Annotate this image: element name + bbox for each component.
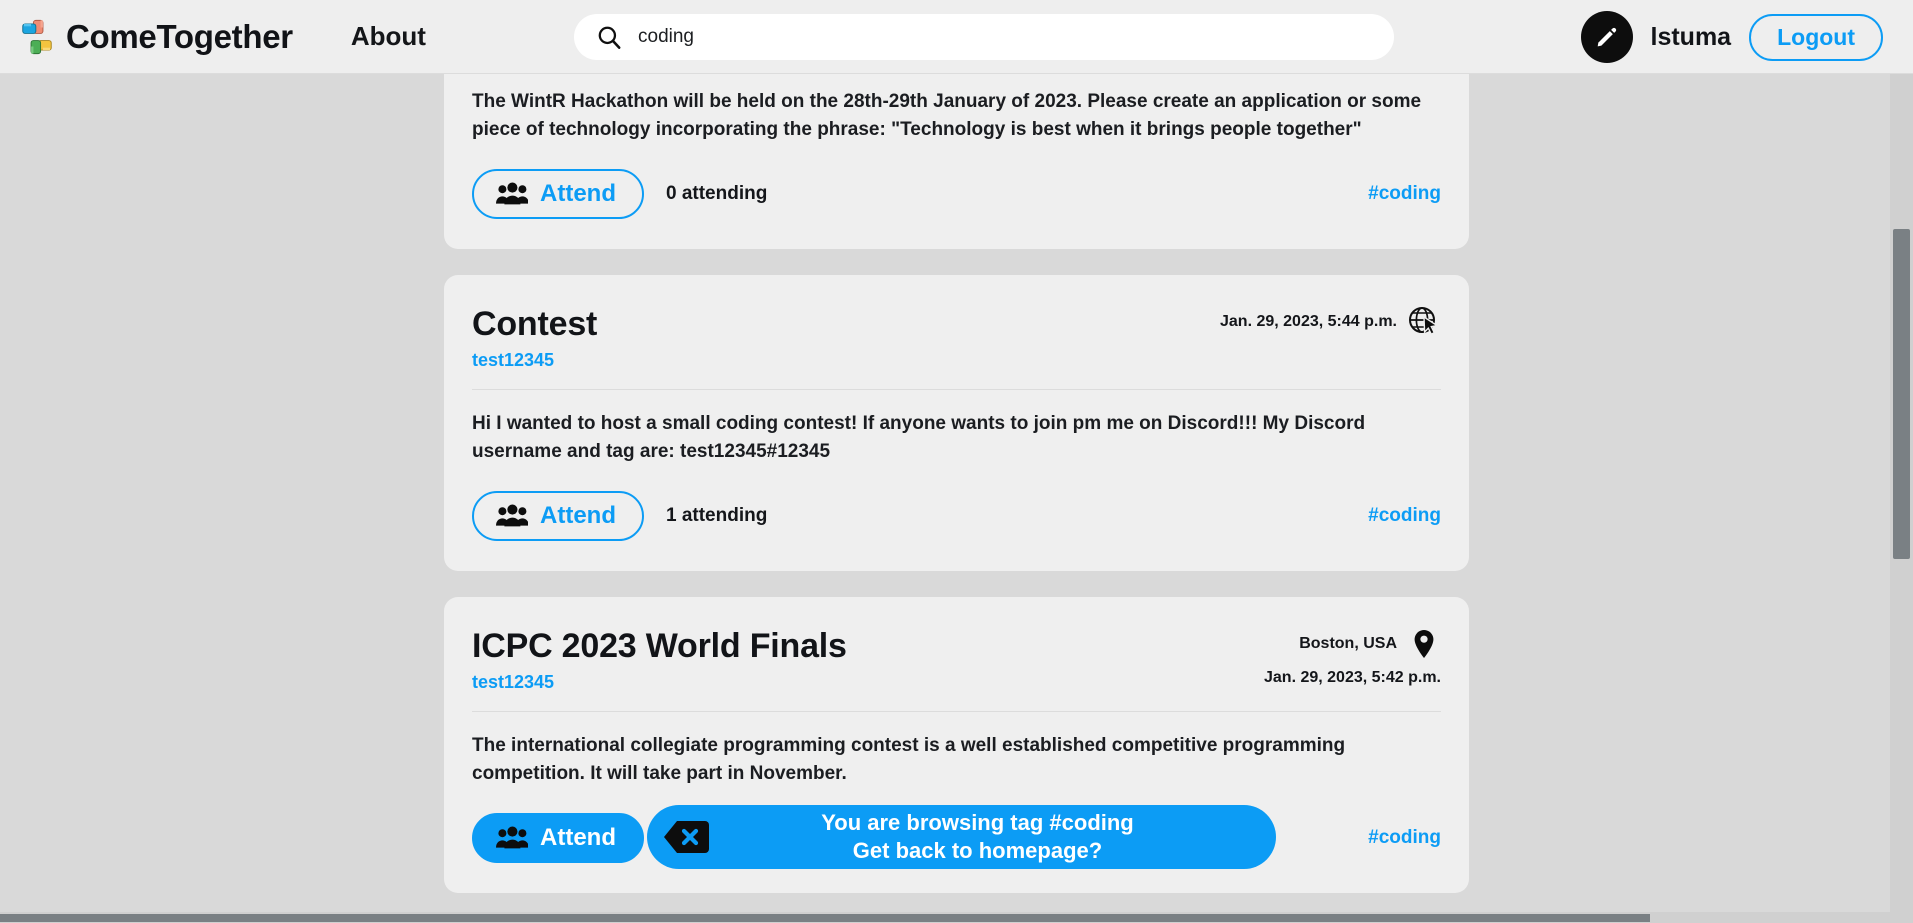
event-tag[interactable]: #coding [1368, 827, 1441, 849]
horizontal-scrollbar[interactable] [0, 912, 1913, 923]
event-tag[interactable]: #coding [1368, 505, 1441, 527]
event-location: Boston, USA [1299, 635, 1397, 653]
event-title: Contest [472, 305, 598, 344]
vertical-scrollbar[interactable] [1890, 74, 1913, 912]
event-card-header-right: Jan. 29, 2023, 5:44 p.m. [1220, 301, 1441, 339]
vertical-scrollbar-thumb[interactable] [1893, 229, 1910, 559]
people-icon [496, 827, 528, 849]
tag-browsing-banner[interactable]: You are browsing tag #coding Get back to… [647, 805, 1276, 869]
event-card-header-left: ICPC 2023 World Finals test12345 [472, 623, 847, 693]
event-title: ICPC 2023 World Finals [472, 627, 847, 666]
search-input[interactable] [638, 26, 1338, 48]
nav-item-about[interactable]: About [351, 21, 426, 52]
attending-count: 1 attending [665, 505, 768, 527]
logout-button[interactable]: Logout [1749, 13, 1883, 61]
people-icon [496, 182, 528, 205]
event-author[interactable]: test12345 [472, 672, 847, 693]
event-card[interactable]: The WintR Hackathon will be held on the … [444, 74, 1469, 250]
card-divider [472, 389, 1441, 391]
globe-cursor-icon [1409, 307, 1439, 336]
event-author[interactable]: test12345 [472, 350, 597, 371]
attend-button-label: Attend [540, 180, 616, 208]
attending-count: 0 attending [665, 183, 768, 205]
attend-button[interactable]: Attend [472, 491, 644, 542]
event-meta-row: Boston, USA [1264, 627, 1441, 661]
search-bar[interactable] [574, 14, 1394, 60]
card-divider [472, 711, 1441, 713]
four-hands-logo-icon [22, 19, 52, 54]
app-root: ComeTogether About lstuma Logout [0, 0, 1913, 923]
horizontal-scrollbar-thumb[interactable] [0, 914, 1650, 922]
event-card-footer: Attend 0 attending #coding [472, 169, 1441, 220]
banner-message: You are browsing tag #coding Get back to… [709, 809, 1276, 865]
attend-button-label: Attend [540, 502, 616, 530]
event-card-header: Contest test12345 Jan. 29, 2023, 5:44 p.… [472, 301, 1441, 371]
event-feed: The WintR Hackathon will be held on the … [444, 74, 1469, 912]
event-date: Jan. 29, 2023, 5:42 p.m. [1264, 669, 1441, 687]
attend-button[interactable]: Attend [472, 169, 644, 220]
username-label: lstuma [1650, 22, 1732, 51]
event-tag[interactable]: #coding [1368, 183, 1441, 205]
event-card-footer: Attend 1 attending #coding [472, 491, 1441, 542]
avatar[interactable] [1580, 11, 1633, 63]
event-date: Jan. 29, 2023, 5:44 p.m. [1220, 313, 1397, 331]
tag-close-icon[interactable] [663, 819, 709, 855]
map-pin-icon [1414, 630, 1434, 659]
brand-name: ComeTogether [66, 17, 293, 55]
event-meta-row: Jan. 29, 2023, 5:44 p.m. [1220, 305, 1441, 339]
event-card-header-right: Boston, USA Jan. 29, 2023, 5:42 p.m. [1264, 623, 1441, 687]
event-description: The international collegiate programming… [472, 735, 1346, 784]
event-card-header: ICPC 2023 World Finals test12345 Boston,… [472, 623, 1441, 693]
site-header: ComeTogether About lstuma Logout [0, 0, 1913, 74]
brand[interactable]: ComeTogether [18, 18, 293, 56]
event-card-header-left: Contest test12345 [472, 301, 597, 371]
event-description: Hi I wanted to host a small coding conte… [472, 413, 1366, 462]
attend-button-label: Attend [540, 824, 616, 852]
search-icon [598, 26, 621, 49]
event-card[interactable]: Contest test12345 Jan. 29, 2023, 5:44 p.… [444, 275, 1469, 572]
people-icon [496, 504, 528, 527]
header-actions: lstuma Logout [1580, 0, 1883, 74]
banner-line-1: You are browsing tag #coding [821, 809, 1134, 835]
page-scroll-area: The WintR Hackathon will be held on the … [0, 74, 1890, 912]
attend-area: Attend 0 attending [472, 169, 768, 220]
pencil-icon [1597, 27, 1616, 47]
attend-area: Attend 1 attending [472, 491, 768, 542]
event-description: The WintR Hackathon will be held on the … [472, 91, 1422, 140]
attend-button[interactable]: Attend [472, 813, 644, 864]
banner-line-2[interactable]: Get back to homepage? [709, 837, 1246, 865]
